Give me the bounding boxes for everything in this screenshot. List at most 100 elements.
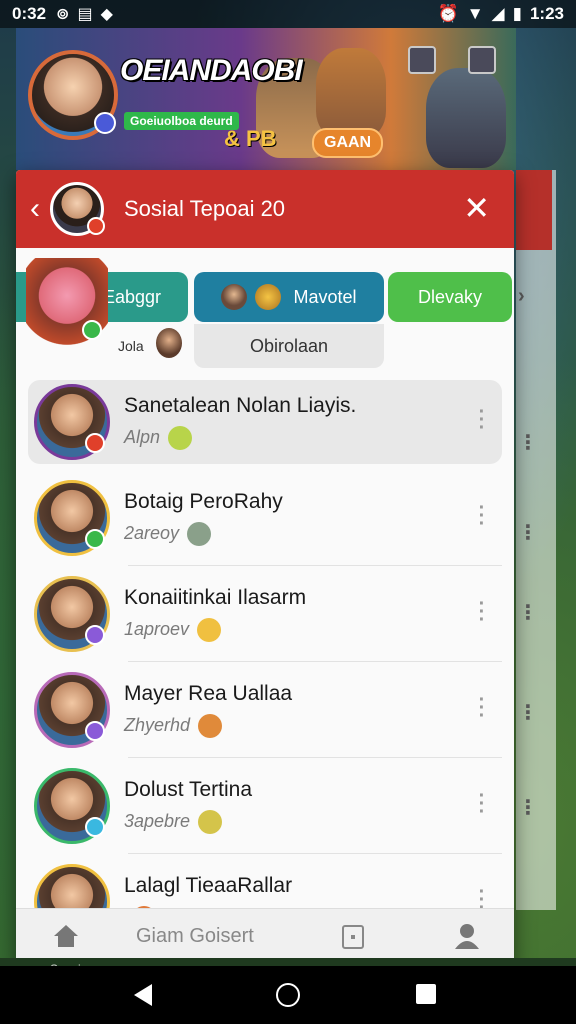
- avatar-badge: [94, 112, 116, 134]
- close-icon[interactable]: ✕: [463, 192, 490, 224]
- subtab-online[interactable]: Obirolaan: [194, 324, 384, 368]
- more-options-icon[interactable]: ···: [476, 594, 488, 630]
- online-badge: [82, 320, 102, 340]
- bottom-nav: Giam Goisert: [16, 908, 514, 965]
- signal-icon: ◢: [491, 4, 505, 23]
- header-avatar[interactable]: [50, 182, 105, 236]
- inventory-icon[interactable]: [342, 925, 364, 949]
- emoji-icon: [187, 522, 212, 546]
- recent-apps-icon[interactable]: [416, 984, 436, 1004]
- more-icon: ⋮: [518, 797, 538, 819]
- avatar-badge: [87, 217, 105, 235]
- friend-row[interactable]: Sanetalean Nolan Liayis. Alpn · · ·: [28, 380, 502, 464]
- map-icon[interactable]: [408, 46, 436, 74]
- friend-status: Alpn: [124, 426, 356, 450]
- pet-icon: [255, 284, 282, 310]
- tab-label: Eabggr: [102, 286, 162, 307]
- friend-status-text: Zhyerhd: [124, 714, 191, 735]
- shield-icon: ◆: [100, 6, 113, 23]
- friend-name: Botaig PeroRahy: [124, 490, 283, 513]
- friend-avatar[interactable]: [34, 384, 110, 460]
- game-subtag: Goeiuolboa deurd: [124, 112, 239, 130]
- tab-label: Mavotel: [293, 286, 357, 307]
- row-divider: [128, 853, 502, 854]
- emoji-icon: [168, 426, 193, 450]
- friend-name: Sanetalean Nolan Liayis.: [124, 394, 357, 417]
- more-options-icon[interactable]: ···: [476, 402, 488, 438]
- emoji-icon: [197, 618, 222, 642]
- row-divider: [128, 757, 502, 758]
- emoji-icon: [198, 714, 223, 738]
- friend-row[interactable]: Dolust Tertina 3apebre · · ·: [28, 764, 502, 854]
- back-icon[interactable]: [134, 984, 152, 1006]
- wifi-icon: ▼: [466, 4, 484, 23]
- tab-discover[interactable]: Dlevaky: [388, 272, 512, 322]
- friend-row[interactable]: Mayer Rea Uallaa Zhyerhd · · ·: [28, 668, 502, 758]
- background-panel-header: [516, 170, 552, 250]
- game-action-button[interactable]: GAAN: [312, 128, 384, 158]
- status-badge: [85, 433, 105, 453]
- friend-status-text: 3apebre: [124, 810, 191, 831]
- android-nav-bar: [0, 966, 576, 1024]
- friend-avatar[interactable]: [34, 480, 110, 556]
- friend-row[interactable]: Botaig PeroRahy 2areoy · · ·: [28, 476, 502, 566]
- friend-status-text: 1aproev: [124, 618, 190, 639]
- home-icon[interactable]: [52, 923, 80, 949]
- friend-status: 3apebre: [124, 810, 252, 834]
- player-avatar[interactable]: [28, 50, 118, 140]
- more-options-icon[interactable]: ···: [476, 786, 488, 822]
- status-bar: 0:32 ⊚ ▤ ◆ ⏰ ▼ ◢ ▮ 1:23: [0, 0, 576, 28]
- friend-name: Lalagl TieaaRallar: [124, 874, 293, 897]
- more-icon: ⋮: [518, 602, 538, 624]
- friend-status: 1aproev: [124, 618, 306, 642]
- alarm-icon: ⏰: [437, 4, 459, 23]
- more-options-icon[interactable]: ···: [476, 498, 488, 534]
- sync-icon: ⊚: [56, 6, 70, 23]
- news-icon: ▤: [77, 6, 93, 23]
- hero-character: [426, 68, 506, 168]
- tab-messages[interactable]: Mavotel: [194, 272, 384, 322]
- under-tab-label: Jola: [118, 338, 144, 354]
- emoji-icon: [198, 810, 223, 834]
- more-icon: ⋮: [518, 702, 538, 724]
- nav-label[interactable]: Giam Goisert: [136, 925, 254, 948]
- friend-name: Mayer Rea Uallaa: [124, 682, 293, 705]
- status-time-right: 1:23: [529, 4, 564, 23]
- tab-label: Dlevaky: [417, 286, 483, 307]
- back-button[interactable]: ‹: [20, 170, 50, 248]
- status-badge: [85, 721, 105, 741]
- profile-icon[interactable]: [452, 921, 482, 951]
- menu-icon[interactable]: [468, 46, 496, 74]
- friend-avatar[interactable]: [34, 576, 110, 652]
- game-title: OEIANDAOBI: [120, 54, 303, 87]
- tab-bar: Eabggr Mavotel Dlevaky Obirolaan Jola: [16, 258, 514, 370]
- row-divider: [128, 661, 502, 662]
- game-xp-label: & PB: [224, 126, 277, 151]
- character-avatar: [26, 258, 108, 352]
- friend-avatar[interactable]: [34, 672, 110, 748]
- status-time: 0:32: [12, 4, 47, 23]
- status-badge: [85, 625, 105, 645]
- hero-character: [316, 48, 386, 138]
- modal-header: ‹ Sosial Tepoai 20 ✕: [16, 170, 514, 248]
- avatar-icon: [221, 284, 248, 310]
- friend-status: Zhyerhd: [124, 714, 292, 738]
- row-divider: [128, 565, 502, 566]
- home-circle-icon[interactable]: [276, 983, 300, 1007]
- friend-name: Dolust Tertina: [124, 778, 253, 801]
- battery-icon: ▮: [512, 4, 522, 23]
- friend-status: 2areoy: [124, 522, 283, 546]
- game-header: OEIANDAOBI Goeiuolboa deurd & PB GAAN: [16, 28, 516, 170]
- friend-avatar[interactable]: [34, 768, 110, 844]
- chevron-right-icon: ›: [518, 285, 525, 307]
- more-icon: ⋮: [518, 522, 538, 544]
- more-icon: ⋮: [518, 432, 538, 454]
- status-badge: [85, 529, 105, 549]
- social-modal: ‹ Sosial Tepoai 20 ✕ Eabggr Mavotel Dlev…: [16, 170, 514, 965]
- modal-title: Sosial Tepoai 20: [124, 196, 286, 221]
- more-options-icon[interactable]: ···: [476, 690, 488, 726]
- friend-row[interactable]: Konaiitinkai Ilasarm 1aproev · · ·: [28, 572, 502, 662]
- status-badge: [85, 817, 105, 837]
- friend-name: Konaiitinkai Ilasarm: [124, 586, 307, 609]
- friend-status-text: Alpn: [124, 426, 161, 447]
